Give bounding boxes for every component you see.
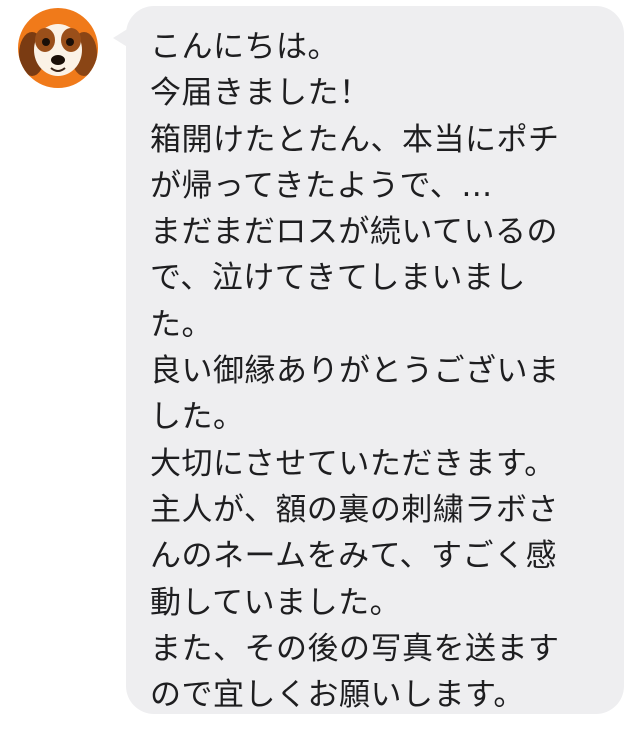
message-line: まだまだロスが続いているの [150, 214, 558, 251]
message-line: た。 [150, 306, 213, 343]
message-text: こんにちは。 今届きました！ 箱開けたとたん、本当にポチ が帰ってきたようで、…… [150, 24, 610, 718]
message-line: 大切にさせていただきます。 [150, 445, 556, 482]
message-line: で、泣けてきてしまいまし [150, 260, 526, 297]
sender-avatar[interactable] [18, 8, 98, 88]
message-line: こんにちは。 [150, 29, 339, 65]
message-line: 箱開けたとたん、本当にポチ [150, 121, 560, 158]
message-line: 動していました。 [150, 584, 402, 621]
message-line: んのネームをみて、すごく感 [150, 538, 558, 575]
message-line: 主人が、額の裏の刺繍ラボさ [150, 491, 559, 528]
message-line: また、その後の写真を送ます [150, 630, 560, 667]
message-line: ので宜しくお願いします。 [150, 677, 525, 714]
dog-avatar-icon [18, 8, 98, 88]
message-line: した。 [150, 399, 245, 436]
message-line: 良い御縁ありがとうございま [150, 353, 560, 390]
message-line: が帰ってきたようで、… [150, 167, 493, 204]
message-line: 今届きました！ [150, 75, 371, 112]
